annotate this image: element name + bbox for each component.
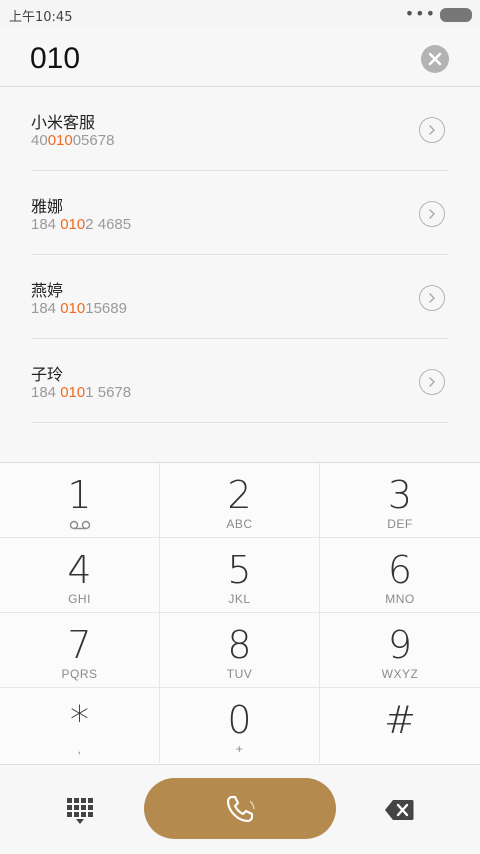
number-match: 010	[47, 132, 73, 149]
dial-key-8[interactable]: 8 TUV	[160, 613, 320, 688]
contact-number: 184 0102 4685	[31, 216, 131, 233]
contact-name: 燕婷	[31, 281, 64, 300]
key-letters: MNO	[385, 592, 415, 606]
contact-detail-button[interactable]	[419, 369, 445, 395]
backspace-icon[interactable]	[384, 799, 414, 821]
dial-key-2[interactable]: 2 ABC	[160, 463, 320, 538]
key-digit: 2	[227, 473, 252, 517]
key-digit: 3	[387, 473, 413, 517]
dial-key-star[interactable]: * ,	[0, 688, 160, 763]
number-suffix: 2 4685	[85, 216, 132, 233]
chevron-right-icon	[429, 125, 435, 135]
dialpad: 1 2 ABC 3 DEF 4 GHI 5 JKL 6 MNO 7 PQRS 8…	[0, 462, 480, 765]
dialer-action-bar	[0, 764, 480, 854]
number-suffix: 15689	[85, 300, 127, 317]
key-digit: #	[384, 698, 416, 742]
contact-number: 184 0101 5678	[31, 384, 131, 401]
dial-key-0[interactable]: 0 +	[160, 688, 320, 763]
contact-detail-button[interactable]	[419, 285, 445, 311]
number-prefix: 184	[31, 216, 61, 233]
notification-dots: •••	[404, 4, 436, 23]
number-suffix: 1 5678	[85, 384, 132, 401]
battery-icon	[440, 8, 472, 22]
chevron-right-icon	[429, 293, 435, 303]
number-match: 010	[60, 300, 86, 317]
dial-key-7[interactable]: 7 PQRS	[0, 613, 160, 688]
key-letters: +	[235, 742, 244, 756]
dialed-number[interactable]: 010	[30, 42, 80, 76]
clear-button[interactable]	[421, 45, 449, 73]
dial-key-1[interactable]: 1	[0, 463, 160, 538]
status-bar: 上午10:45 •••	[0, 0, 480, 28]
voicemail-icon	[69, 520, 91, 530]
key-digit: 4	[67, 548, 92, 592]
key-digit: 6	[387, 548, 413, 592]
dial-key-9[interactable]: 9 WXYZ	[320, 613, 480, 688]
key-digit: 0	[227, 698, 252, 742]
key-digit: 8	[227, 623, 252, 667]
contact-name: 小米客服	[31, 113, 96, 132]
call-button[interactable]	[144, 778, 336, 839]
key-letters: DEF	[387, 517, 413, 531]
number-suffix: 05678	[72, 132, 115, 149]
key-digit: 9	[387, 623, 413, 667]
contact-name: 雅娜	[31, 197, 64, 216]
dial-key-hash[interactable]: #	[320, 688, 480, 763]
chevron-right-icon	[429, 377, 435, 387]
dialpad-grid-icon[interactable]	[67, 798, 93, 824]
contact-row[interactable]: 子玲 184 0101 5678	[31, 339, 449, 423]
key-digit: 7	[67, 623, 92, 667]
dial-input-bar: 010	[0, 28, 480, 87]
contact-detail-button[interactable]	[419, 117, 445, 143]
key-letters: WXYZ	[381, 667, 419, 681]
status-time: 上午10:45	[9, 10, 73, 25]
dial-key-4[interactable]: 4 GHI	[0, 538, 160, 613]
key-digit: 1	[67, 473, 92, 517]
contact-results-list: 小米客服 4001005678 雅娜 184 0102 4685 燕婷 184 …	[0, 87, 480, 462]
contact-row[interactable]: 小米客服 4001005678	[31, 87, 449, 171]
dial-key-5[interactable]: 5 JKL	[160, 538, 320, 613]
number-prefix: 40	[31, 132, 48, 149]
key-letters: PQRS	[61, 667, 98, 681]
key-letters: ABC	[226, 517, 253, 531]
key-letters: GHI	[68, 592, 91, 606]
dial-key-6[interactable]: 6 MNO	[320, 538, 480, 613]
contact-number: 4001005678	[31, 132, 114, 149]
key-letters: ,	[77, 742, 82, 756]
contact-row[interactable]: 雅娜 184 0102 4685	[31, 171, 449, 255]
close-icon	[428, 52, 442, 66]
chevron-right-icon	[429, 209, 435, 219]
dial-key-3[interactable]: 3 DEF	[320, 463, 480, 538]
contact-number: 184 01015689	[31, 300, 127, 317]
contact-detail-button[interactable]	[419, 201, 445, 227]
contact-name: 子玲	[31, 365, 64, 384]
key-letters: JKL	[228, 592, 251, 606]
number-match: 010	[60, 384, 86, 401]
key-digit: *	[70, 698, 89, 742]
number-prefix: 184	[31, 384, 61, 401]
key-digit: 5	[227, 548, 252, 592]
key-letters: TUV	[226, 667, 253, 681]
number-prefix: 184	[31, 300, 61, 317]
contact-row[interactable]: 燕婷 184 01015689	[31, 255, 449, 339]
number-match: 010	[60, 216, 86, 233]
phone-icon	[226, 795, 255, 823]
